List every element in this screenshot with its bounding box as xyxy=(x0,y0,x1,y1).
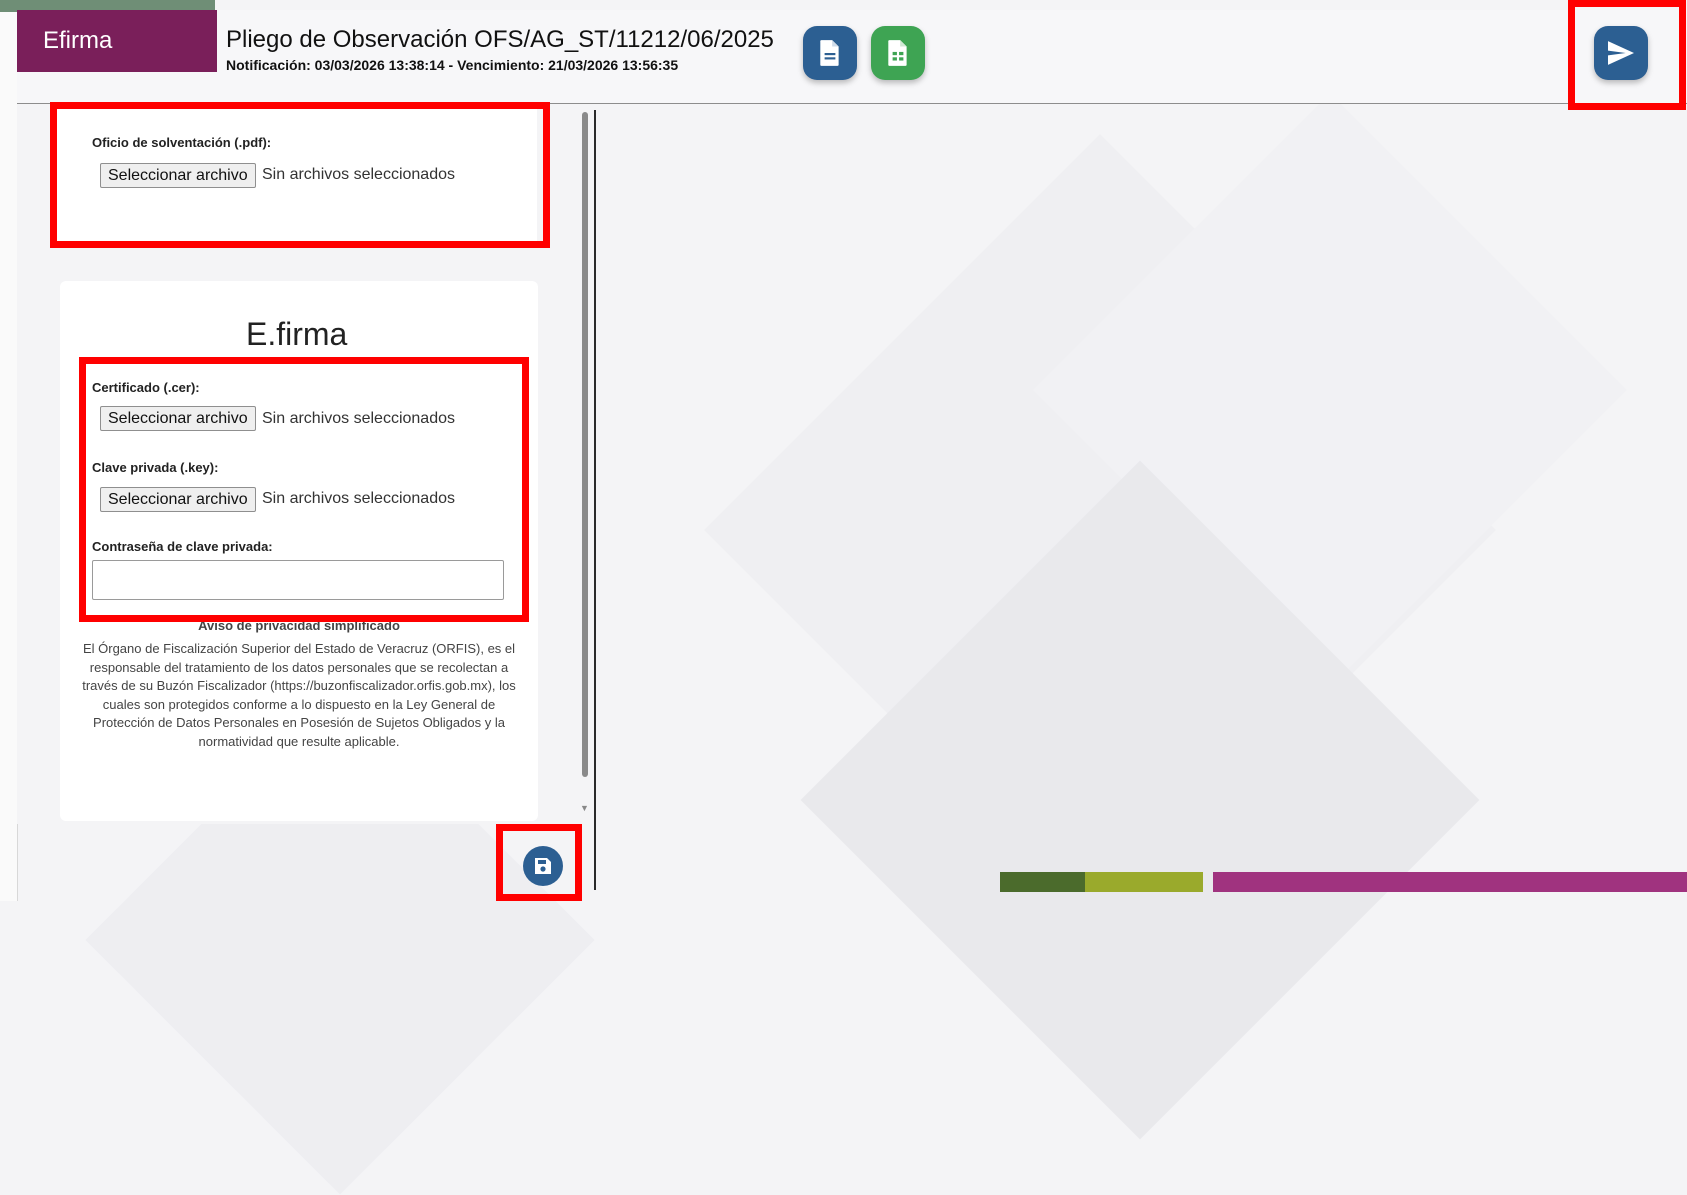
highlight-box xyxy=(496,824,582,901)
host-window-edge xyxy=(0,0,18,901)
view-document-button[interactable] xyxy=(803,26,857,80)
privacy-notice-text: El Órgano de Fiscalización Superior del … xyxy=(82,641,516,749)
document-viewer xyxy=(596,104,1687,901)
scrollbar-thumb[interactable] xyxy=(582,112,588,777)
file-spreadsheet-icon xyxy=(888,40,907,66)
page-title: Pliego de Observación OFS/AG_ST/11212/06… xyxy=(226,26,774,53)
notification-dates: Notificación: 03/03/2026 13:38:14 - Venc… xyxy=(226,57,679,73)
footer-bar-olive xyxy=(1085,872,1203,892)
footer-bar-dark-green xyxy=(1000,872,1085,892)
highlight-box xyxy=(1568,0,1686,110)
footer-bar-magenta xyxy=(1213,872,1687,892)
highlight-box xyxy=(50,102,550,248)
efirma-heading: E.firma xyxy=(246,316,348,352)
view-spreadsheet-button[interactable] xyxy=(871,26,925,80)
brand-label: Efirma xyxy=(17,10,217,72)
scroll-down-icon[interactable]: ▼ xyxy=(580,803,589,813)
highlight-box xyxy=(79,357,529,622)
file-text-icon xyxy=(820,40,839,66)
